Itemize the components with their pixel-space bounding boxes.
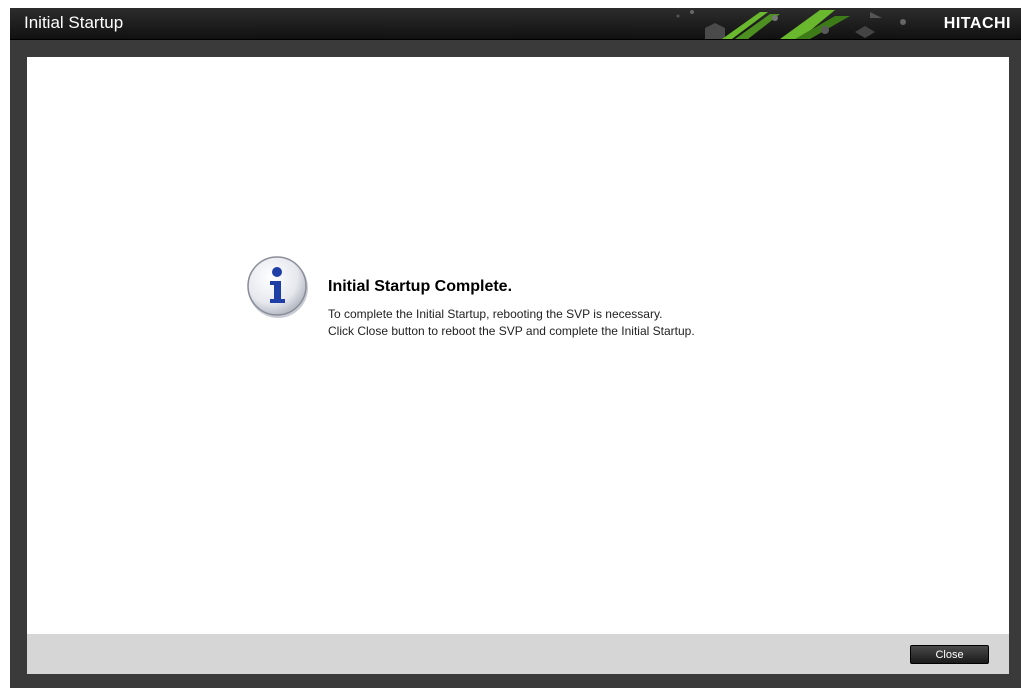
message-line: Click Close button to reboot the SVP and… — [328, 324, 695, 338]
info-message: Initial Startup Complete. To complete th… — [245, 253, 845, 338]
hitachi-logo: HITACHI — [943, 15, 1011, 32]
dialog-footer: Close — [27, 634, 1009, 674]
close-button[interactable]: Close — [910, 645, 989, 664]
message-title: Initial Startup Complete. — [328, 278, 513, 295]
window-title: Initial Startup — [24, 13, 124, 32]
content-area: Initial Startup Complete. To complete th… — [27, 57, 1009, 634]
decorative-banner-graphic — [676, 10, 906, 39]
title-bar: Initial Startup HITACHI — [10, 8, 1021, 40]
info-icon — [247, 256, 308, 318]
dialog-window: Initial Startup HITACHI Initial Startup … — [10, 8, 1021, 688]
message-line: To complete the Initial Startup, rebooti… — [328, 307, 663, 321]
